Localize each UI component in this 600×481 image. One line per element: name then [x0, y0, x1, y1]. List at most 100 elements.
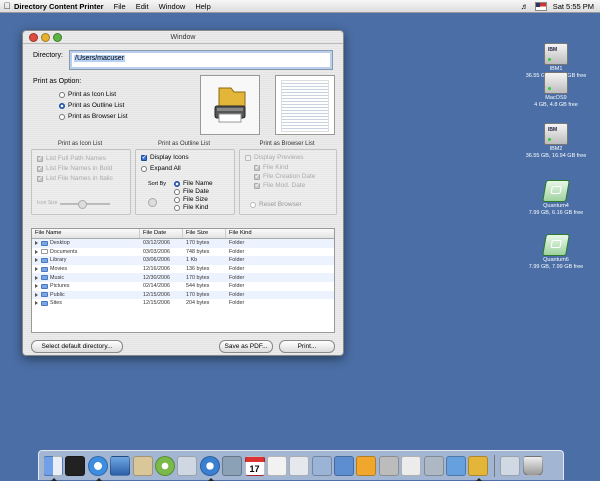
- sort-file-size[interactable]: File Size: [174, 196, 208, 203]
- table-row[interactable]: Library 03/06/2006 1 Kb Folder: [32, 256, 334, 265]
- radio-label: Print as Outline List: [68, 102, 125, 109]
- mail-icon[interactable]: [110, 455, 131, 476]
- print-button[interactable]: Print...: [279, 340, 335, 353]
- reset-browser-button[interactable]: Reset Browser: [250, 201, 302, 208]
- menu-help[interactable]: Help: [195, 2, 210, 11]
- table-row[interactable]: Desktop 03/12/2006 170 bytes Folder: [32, 239, 334, 248]
- disclosure-triangle-icon[interactable]: [35, 241, 38, 246]
- column-file-name[interactable]: File Name: [32, 229, 140, 238]
- volume-icon[interactable]: ♬: [521, 2, 529, 11]
- menu-window[interactable]: Window: [159, 2, 186, 11]
- column-file-size[interactable]: File Size: [183, 229, 226, 238]
- cell-file-name: Pictures: [32, 283, 140, 289]
- cell-file-date: 12/16/2006: [143, 266, 170, 273]
- disclosure-triangle-icon[interactable]: [35, 301, 38, 306]
- preview-icon[interactable]: [289, 455, 310, 476]
- xcode-icon[interactable]: [334, 455, 355, 476]
- app-icon[interactable]: [356, 455, 377, 476]
- desktop-volume-quantum4[interactable]: Quantum4 7.99 GB, 6.16 GB free: [521, 180, 591, 216]
- check-expand-all[interactable]: Expand All: [141, 165, 181, 172]
- ichat-icon[interactable]: [199, 455, 220, 481]
- cell-file-kind: Folder: [229, 240, 245, 247]
- sort-by-label: Sort By: [148, 181, 167, 187]
- table-row[interactable]: Pictures 02/14/2006 544 bytes Folder: [32, 282, 334, 291]
- file-list-rows: Desktop 03/12/2006 170 bytes Folder Document…: [32, 239, 334, 308]
- save-as-pdf-button[interactable]: Save as PDF...: [219, 340, 273, 353]
- sort-file-date[interactable]: File Date: [174, 188, 209, 195]
- check-display-previews[interactable]: Display Previews: [245, 154, 304, 161]
- disclosure-triangle-icon[interactable]: [35, 292, 38, 297]
- table-row[interactable]: Movies 12/16/2006 136 bytes Folder: [32, 265, 334, 274]
- desktop-volume-ibm2[interactable]: IBM2 36.55 GB, 16.94 GB free: [521, 123, 591, 159]
- directory-content-printer-icon[interactable]: [468, 455, 489, 481]
- terminal-icon[interactable]: [65, 455, 86, 476]
- disclosure-triangle-icon[interactable]: [35, 258, 38, 263]
- disclosure-triangle-icon[interactable]: [35, 284, 38, 289]
- check-bold[interactable]: List File Names in Bold: [37, 164, 112, 172]
- file-name: Library: [50, 257, 67, 264]
- trash-icon[interactable]: [522, 455, 543, 476]
- radio-icon-list[interactable]: Print as Icon List: [59, 91, 116, 98]
- check-mod-date[interactable]: File Mod. Date: [254, 181, 305, 189]
- apple-menu-icon[interactable]: : [0, 1, 14, 11]
- print-as-label: Print as Option:: [33, 78, 82, 85]
- photo-icon[interactable]: [446, 455, 467, 476]
- disclosure-triangle-icon[interactable]: [35, 275, 38, 280]
- printer-setup-icon[interactable]: [401, 455, 422, 476]
- printer-preview: [200, 75, 260, 135]
- menu-edit[interactable]: Edit: [136, 2, 149, 11]
- finder-icon[interactable]: [43, 455, 63, 481]
- radio-icon: [250, 201, 256, 208]
- check-display-icons[interactable]: Display Icons: [141, 153, 189, 161]
- menu-clock[interactable]: Sat 5:55 PM: [553, 2, 594, 11]
- disclosure-triangle-icon[interactable]: [35, 267, 38, 272]
- icon-size-slider[interactable]: [60, 200, 110, 209]
- select-default-directory-button[interactable]: Select default directory...: [31, 340, 123, 353]
- window-titlebar[interactable]: Window: [23, 31, 343, 44]
- check-file-kind[interactable]: File Kind: [254, 163, 289, 171]
- check-italic[interactable]: List File Names in Italic: [37, 174, 113, 182]
- network-icon[interactable]: [423, 455, 444, 476]
- column-file-kind[interactable]: File Kind: [226, 229, 334, 238]
- check-label: Display Icons: [150, 154, 189, 161]
- column-file-date[interactable]: File Date: [140, 229, 183, 238]
- radio-label: Print as Browser List: [68, 113, 128, 120]
- sort-order-icon[interactable]: [148, 198, 157, 207]
- address-book-icon[interactable]: [132, 455, 153, 476]
- check-label: Expand All: [150, 165, 181, 172]
- input-menu-flag-icon[interactable]: [534, 1, 547, 11]
- itunes-icon[interactable]: [154, 455, 175, 476]
- table-row[interactable]: Public 12/15/2006 170 bytes Folder: [32, 290, 334, 300]
- check-label: File Kind: [263, 164, 289, 171]
- table-row[interactable]: Documents 03/03/2006 748 bytes Folder: [32, 248, 334, 257]
- cell-file-kind: Folder: [229, 274, 245, 281]
- check-full-path[interactable]: List Full Path Names: [37, 154, 106, 162]
- table-row[interactable]: Music 12/30/2006 170 bytes Folder: [32, 273, 334, 282]
- disclosure-triangle-icon[interactable]: [35, 249, 38, 254]
- directory-field[interactable]: /Users/macuser: [69, 50, 333, 70]
- ical-icon[interactable]: 17: [244, 455, 265, 476]
- desktop-volume-quantum6[interactable]: Quantum6 7.99 GB, 7.99 GB free: [521, 234, 591, 270]
- safari-icon[interactable]: [87, 455, 108, 481]
- file-list[interactable]: File Name File Date File Size File Kind …: [31, 228, 335, 333]
- checkbox-icon: [254, 172, 260, 180]
- sort-file-name[interactable]: File Name: [174, 180, 213, 187]
- table-row[interactable]: Sites 12/15/2006 204 bytes Folder: [32, 299, 334, 308]
- check-creation-date[interactable]: File Creation Date: [254, 172, 315, 180]
- utility-icon[interactable]: [311, 455, 332, 476]
- cell-file-size: 170 bytes: [186, 274, 210, 281]
- sort-file-kind[interactable]: File Kind: [174, 204, 208, 211]
- radio-outline-list[interactable]: Print as Outline List: [59, 102, 124, 109]
- cell-file-kind: Folder: [229, 248, 245, 255]
- iphoto-icon[interactable]: [177, 455, 198, 476]
- minimized-window-icon[interactable]: [500, 455, 521, 476]
- radio-browser-list[interactable]: Print as Browser List: [59, 113, 128, 120]
- disk-utility-icon[interactable]: [378, 455, 399, 476]
- menu-app-name[interactable]: Directory Content Printer: [14, 2, 104, 11]
- desktop-volume-macos9[interactable]: MacOS9 4 GB, 4.8 GB free: [521, 72, 591, 108]
- menu-bar:  Directory Content Printer File Edit Wi…: [0, 0, 600, 13]
- system-preferences-icon[interactable]: [222, 455, 243, 476]
- textedit-icon[interactable]: [266, 455, 287, 476]
- menu-file[interactable]: File: [114, 2, 126, 11]
- radio-selected-icon: [59, 102, 65, 109]
